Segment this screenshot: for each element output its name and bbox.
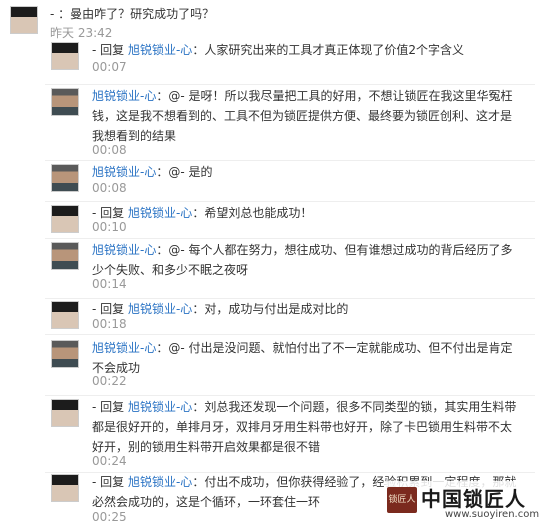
divider: [45, 238, 535, 239]
reply-author[interactable]: 旭锐锁业-心: [128, 400, 192, 414]
reply-content: ：希望刘总也能成功！: [192, 206, 313, 220]
reply-avatar[interactable]: [51, 340, 79, 368]
reply-author[interactable]: 旭锐锁业-心: [92, 89, 156, 103]
reply-avatar[interactable]: [51, 301, 79, 329]
reply-text: 旭锐锁业-心：@- 付出是没问题、就怕付出了不一定就能成功、但不付出是肯定不会成…: [92, 338, 522, 378]
reply-text: 旭锐锁业-心：@- 是呀！所以我尽量把工具的好用，不想让锁匠在我这里华冤枉钱，这…: [92, 86, 522, 146]
reply-content: ：@- 是呀！所以我尽量把工具的好用，不想让锁匠在我这里华冤枉钱，这是我不想看到…: [92, 89, 513, 143]
reply-author[interactable]: 旭锐锁业-心: [128, 302, 192, 316]
reply-content: ：@- 是的: [156, 165, 213, 179]
reply-content: ：@- 付出是没问题、就怕付出了不一定就能成功、但不付出是肯定不会成功: [92, 341, 513, 375]
reply-avatar[interactable]: [51, 42, 79, 70]
site-watermark: 锁匠人 中国锁匠人 www.suoyiren.com: [385, 481, 539, 523]
reply-text: 旭锐锁业-心：@- 每个人都在努力，想往成功、但有谁想过成功的背后经历了多少个失…: [92, 240, 522, 280]
reply-text: - 回复 旭锐锁业-心：希望刘总也能成功！: [92, 203, 522, 223]
reply-prefix[interactable]: - 回复: [92, 475, 128, 489]
reply-time: 00:22: [92, 374, 127, 388]
reply-prefix[interactable]: - 回复: [92, 302, 128, 316]
reply-content: ：人家研究出来的工具才真正体现了价值2个字含义: [192, 43, 464, 57]
reply-content: ：@- 每个人都在努力，想往成功、但有谁想过成功的背后经历了多少个失败、和多少不…: [92, 243, 513, 277]
main-comment-time: 昨天 23:42: [50, 26, 113, 40]
reply-avatar[interactable]: [51, 88, 79, 116]
watermark-url: www.suoyiren.com: [445, 509, 539, 520]
seal-logo: 锁匠人: [387, 487, 417, 513]
divider: [45, 84, 535, 85]
reply-text: - 回复 旭锐锁业-心：刘总我还发现一个问题，很多不同类型的锁，其实用生料带都是…: [92, 397, 522, 457]
divider: [45, 201, 535, 202]
reply-text: 旭锐锁业-心：@- 是的: [92, 162, 522, 182]
reply-text: - 回复 旭锐锁业-心：对，成功与付出是成对比的: [92, 299, 522, 319]
reply-time: 00:14: [92, 277, 127, 291]
reply-avatar[interactable]: [51, 242, 79, 270]
reply-author[interactable]: 旭锐锁业-心: [128, 475, 192, 489]
reply-author[interactable]: 旭锐锁业-心: [92, 243, 156, 257]
reply-avatar[interactable]: [51, 474, 79, 502]
reply-time: 00:08: [92, 181, 127, 195]
reply-time: 00:08: [92, 143, 127, 157]
reply-time: 00:25: [92, 510, 127, 524]
reply-prefix[interactable]: - 回复: [92, 43, 128, 57]
reply-author[interactable]: 旭锐锁业-心: [92, 165, 156, 179]
reply-author[interactable]: 旭锐锁业-心: [128, 43, 192, 57]
reply-text: - 回复 旭锐锁业-心：人家研究出来的工具才真正体现了价值2个字含义: [92, 40, 522, 60]
divider: [45, 395, 535, 396]
commenter-avatar[interactable]: [10, 6, 38, 34]
reply-author[interactable]: 旭锐锁业-心: [128, 206, 192, 220]
watermark-title: 中国锁匠人: [421, 487, 526, 511]
reply-time: 00:18: [92, 317, 127, 331]
main-comment-text: - ：曼由咋了？研究成功了吗？: [50, 7, 215, 21]
divider: [45, 334, 535, 335]
reply-prefix[interactable]: - 回复: [92, 206, 128, 220]
reply-time: 00:24: [92, 454, 127, 468]
reply-avatar[interactable]: [51, 399, 79, 427]
reply-time: 00:10: [92, 220, 127, 234]
reply-avatar[interactable]: [51, 164, 79, 192]
divider: [45, 160, 535, 161]
reply-content: ：对，成功与付出是成对比的: [192, 302, 349, 316]
reply-time: 00:07: [92, 60, 127, 74]
reply-avatar[interactable]: [51, 205, 79, 233]
reply-prefix[interactable]: - 回复: [92, 400, 128, 414]
reply-author[interactable]: 旭锐锁业-心: [92, 341, 156, 355]
